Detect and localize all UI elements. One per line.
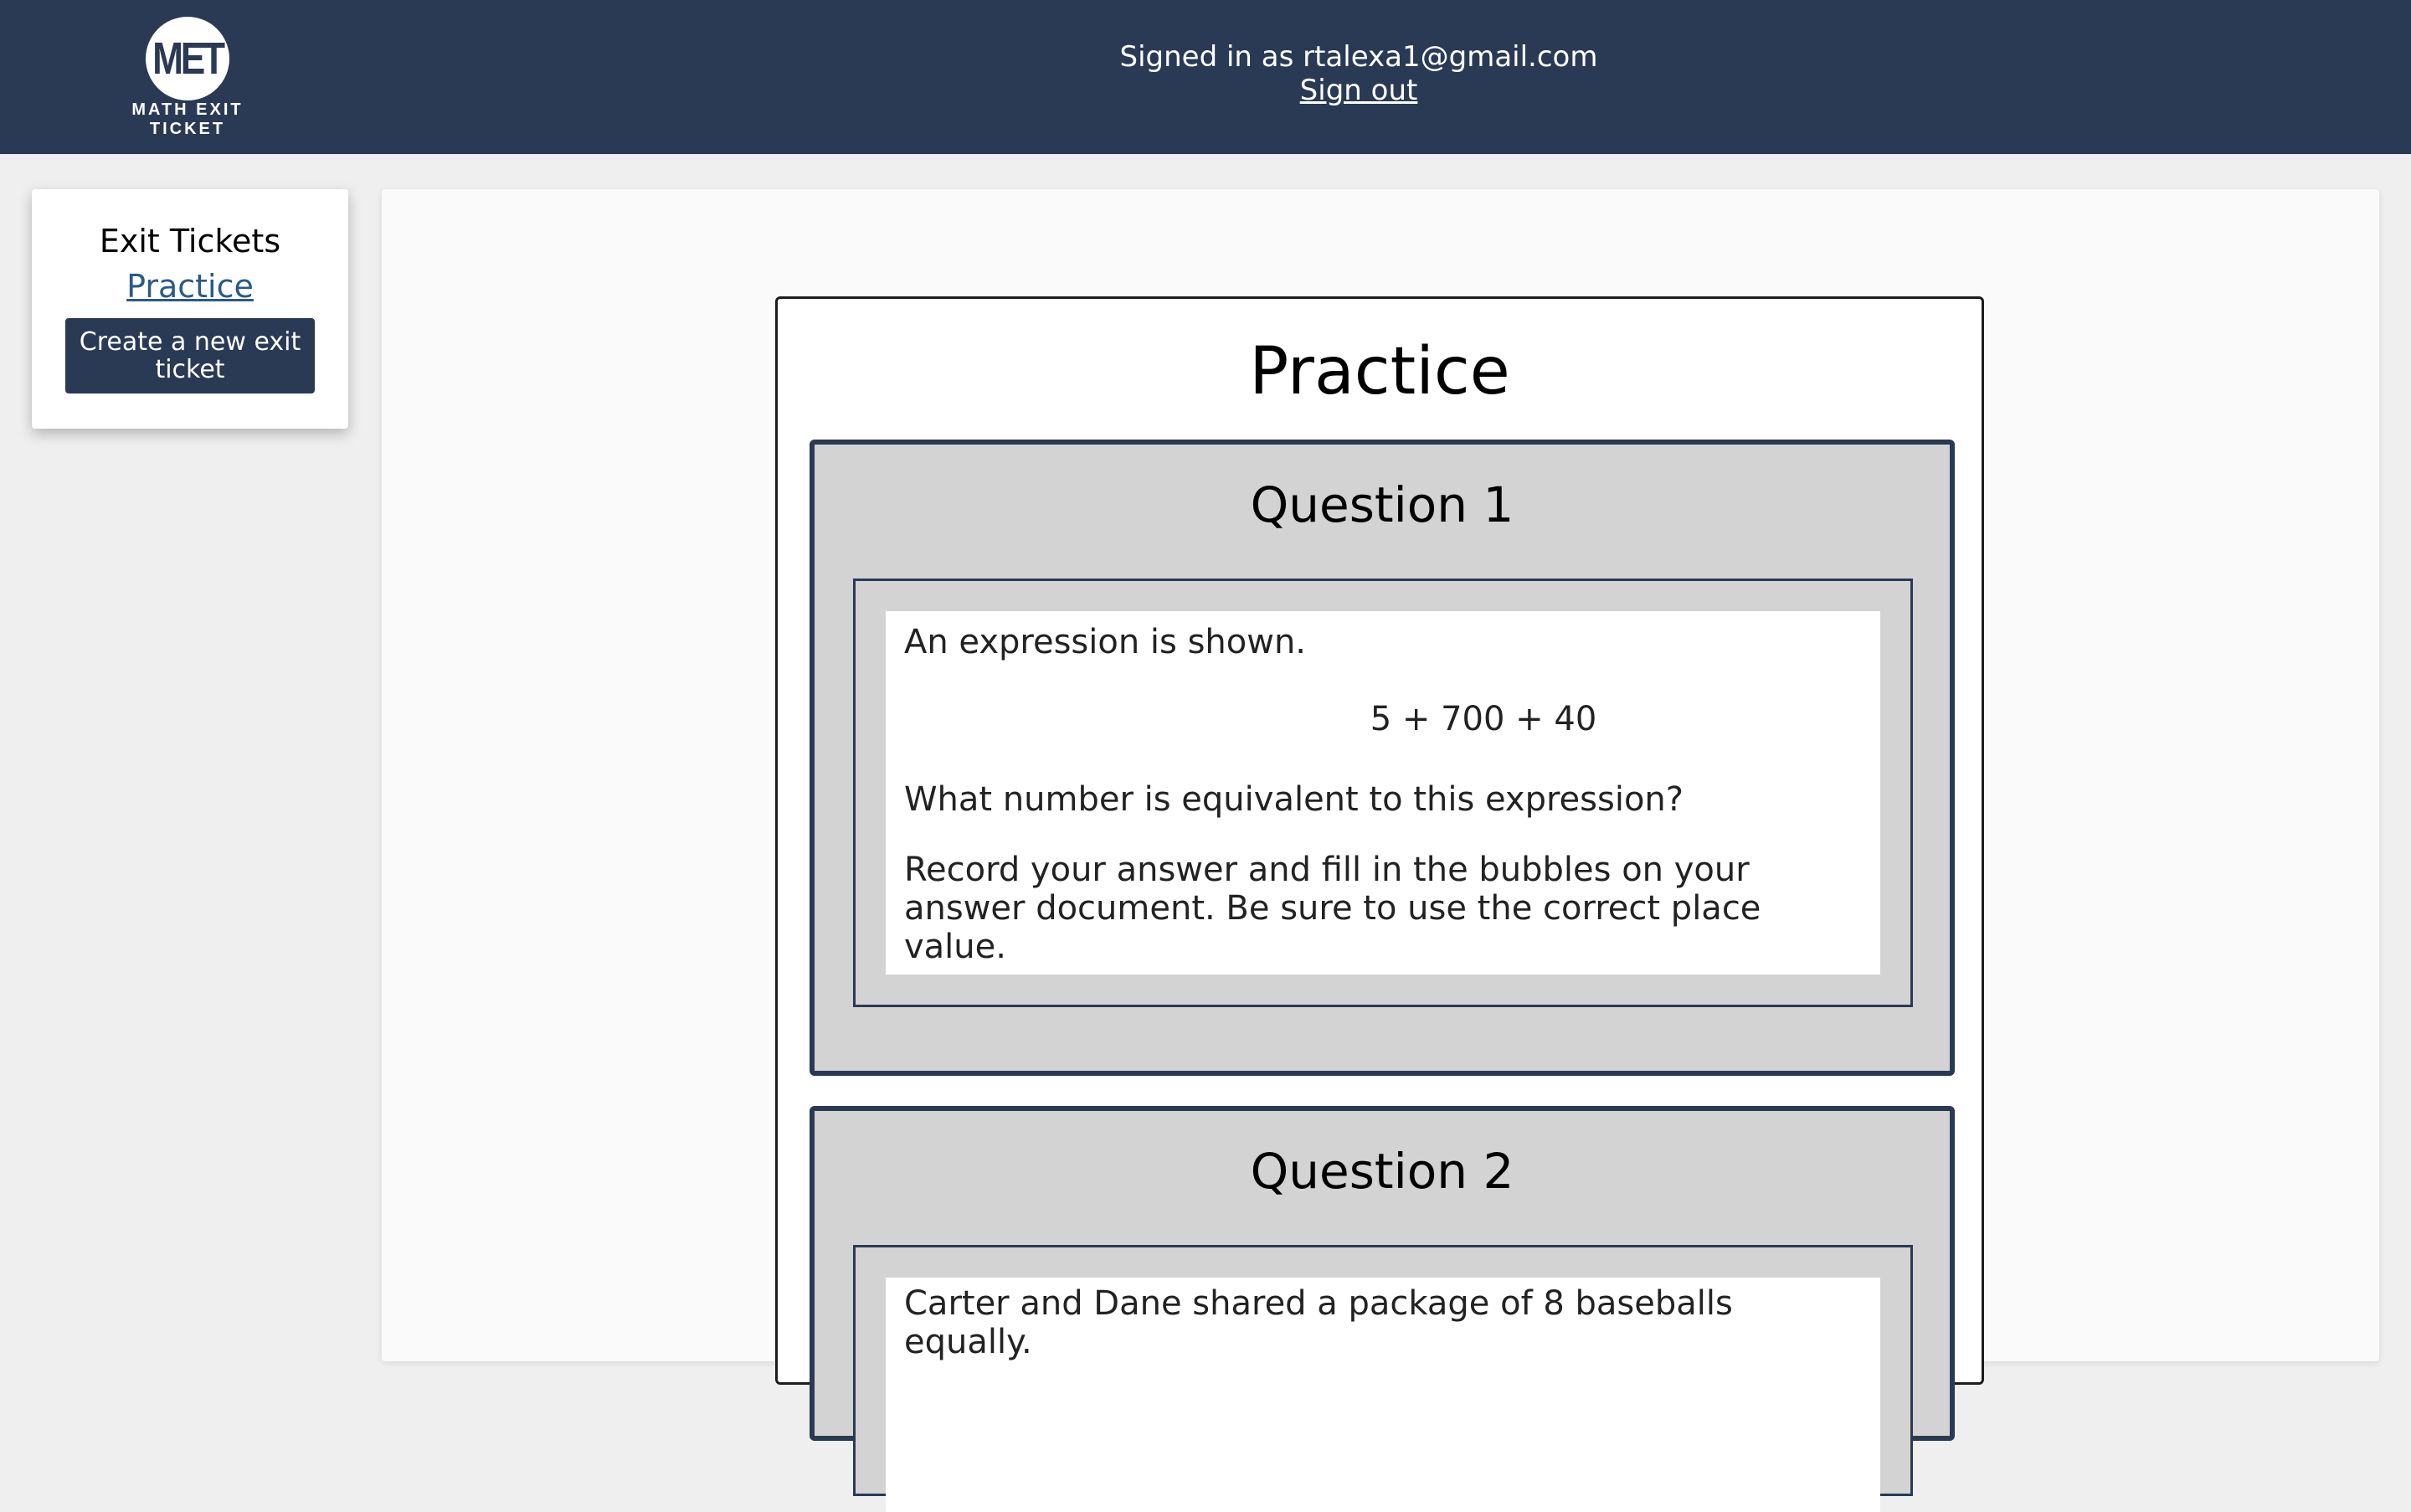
question-content: Carter and Dane shared a package of 8 ba… (886, 1278, 1880, 1512)
account-info: Signed in as rtalexa1@gmail.com Sign out (1005, 40, 1713, 107)
question-card: Question 1 An expression is shown. 5 + 7… (810, 440, 1955, 1076)
top-header: MET MATH EXIT TICKET Signed in as rtalex… (0, 0, 2411, 154)
ticket-title: Practice (1249, 334, 1510, 409)
main-content: Practice Question 1 An expression is sho… (382, 189, 2379, 1512)
question-instructions: Record your answer and fill in the bubbl… (904, 851, 1761, 966)
logo-text: MET (152, 33, 225, 84)
question-text: Carter and Dane shared a package of 8 ba… (904, 1284, 1733, 1361)
logo-circle: MET (146, 17, 229, 100)
logo-subtitle: MATH EXIT TICKET (131, 100, 244, 138)
question-expression: 5 + 700 + 40 (1370, 700, 1597, 738)
sidebar-title: Exit Tickets (99, 223, 281, 260)
met-logo[interactable]: MET MATH EXIT TICKET (99, 17, 276, 138)
sign-out-link[interactable]: Sign out (1005, 74, 1713, 107)
question-title: Question 1 (1250, 476, 1514, 533)
create-exit-ticket-button[interactable]: Create a new exit ticket (65, 318, 315, 393)
question-card: Question 2 Carter and Dane shared a pack… (810, 1106, 1955, 1512)
sidebar: Exit Tickets Practice Create a new exit … (32, 189, 348, 429)
question-prompt: What number is equivalent to this expres… (904, 780, 1684, 819)
question-text: An expression is shown. (904, 623, 1307, 661)
sidebar-item-practice[interactable]: Practice (32, 268, 348, 305)
signed-in-text: Signed in as rtalexa1@gmail.com (1119, 40, 1598, 74)
question-content: An expression is shown. 5 + 700 + 40 Wha… (886, 611, 1880, 975)
exit-ticket-card: Practice Question 1 An expression is sho… (775, 296, 1984, 1512)
question-frame: An expression is shown. 5 + 700 + 40 Wha… (853, 579, 1913, 1007)
question-frame: Carter and Dane shared a package of 8 ba… (853, 1245, 1913, 1512)
question-title: Question 2 (1250, 1143, 1514, 1200)
